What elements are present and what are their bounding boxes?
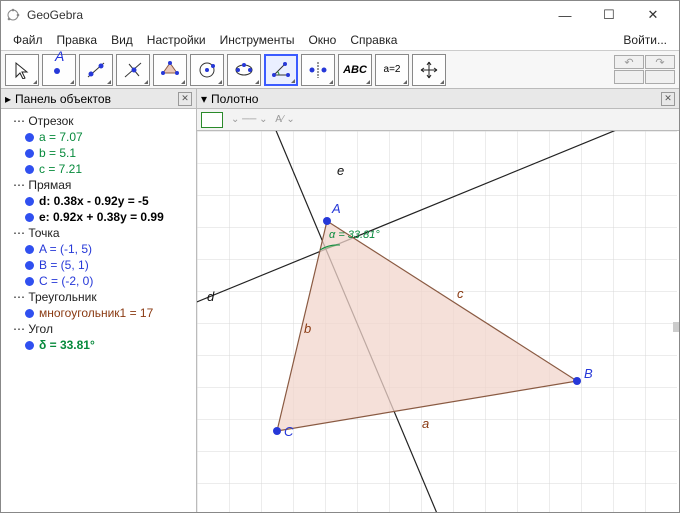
label-B[interactable]: B xyxy=(584,366,593,381)
toolbar-sep: ⌄ ── ⌄ A∕ ⌄ xyxy=(231,114,295,125)
close-panel-icon[interactable]: ✕ xyxy=(178,92,192,106)
group-angle[interactable]: ⋯ Угол xyxy=(13,321,192,337)
label-d[interactable]: d xyxy=(207,289,214,304)
item-A[interactable]: A = (-1, 5) xyxy=(25,241,192,257)
menu-settings[interactable]: Настройки xyxy=(141,31,212,49)
item-d[interactable]: d: 0.38x - 0.92y = -5 xyxy=(25,193,192,209)
item-e[interactable]: e: 0.92x + 0.38y = 0.99 xyxy=(25,209,192,225)
menu-tools[interactable]: Инструменты xyxy=(214,31,301,49)
canvas-header[interactable]: ▾ Полотно ✕ xyxy=(197,89,679,109)
item-delta[interactable]: δ = 33.81° xyxy=(25,337,192,353)
canvas[interactable]: A B C a b c d e α = 33.81° xyxy=(197,131,679,512)
tool-perpendicular[interactable] xyxy=(116,54,150,86)
label-e[interactable]: e xyxy=(337,163,344,178)
label-a[interactable]: a xyxy=(422,416,429,431)
redo2-button[interactable] xyxy=(645,70,675,84)
item-C[interactable]: C = (-2, 0) xyxy=(25,273,192,289)
group-triangle[interactable]: ⋯ Треугольник xyxy=(13,289,192,305)
group-point[interactable]: ⋯ Точка xyxy=(13,225,192,241)
label-angle[interactable]: α = 33.81° xyxy=(329,229,380,241)
minimize-button[interactable]: — xyxy=(543,2,587,28)
label-C[interactable]: C xyxy=(284,424,293,439)
item-c[interactable]: c = 7.21 xyxy=(25,161,192,177)
tool-move-canvas[interactable] xyxy=(412,54,446,86)
scroll-indicator[interactable] xyxy=(673,322,679,332)
app-icon xyxy=(5,7,21,23)
tool-point[interactable]: A xyxy=(42,54,76,86)
toolbar: A ABC a=2 ↶↷ xyxy=(1,51,679,89)
sidebar-title: Панель объектов xyxy=(15,92,111,106)
menu-file[interactable]: Файл xyxy=(7,31,49,49)
tool-slider[interactable]: a=2 xyxy=(375,54,409,86)
tool-polygon[interactable] xyxy=(153,54,187,86)
canvas-title: Полотно xyxy=(211,92,258,106)
titlebar: GeoGebra — ☐ ✕ xyxy=(1,1,679,29)
label-c[interactable]: c xyxy=(457,286,464,301)
login-link[interactable]: Войти... xyxy=(617,31,673,49)
item-b[interactable]: b = 5.1 xyxy=(25,145,192,161)
grid-toggle[interactable] xyxy=(201,112,223,128)
label-A[interactable]: A xyxy=(332,201,341,216)
menu-view[interactable]: Вид xyxy=(105,31,139,49)
tool-circle[interactable] xyxy=(190,54,224,86)
menubar: Файл Правка Вид Настройки Инструменты Ок… xyxy=(1,29,679,51)
menu-edit[interactable]: Правка xyxy=(51,31,104,49)
app-title: GeoGebra xyxy=(27,8,543,22)
menu-window[interactable]: Окно xyxy=(302,31,342,49)
undo2-button[interactable] xyxy=(614,70,644,84)
undo-button[interactable]: ↶ xyxy=(614,55,644,69)
canvas-toolbar: ⌄ ── ⌄ A∕ ⌄ xyxy=(197,109,679,131)
drawing[interactable] xyxy=(197,131,677,512)
tool-conic[interactable] xyxy=(227,54,261,86)
item-poly1[interactable]: многоугольник1 = 17 xyxy=(25,305,192,321)
close-button[interactable]: ✕ xyxy=(631,2,675,28)
tool-line[interactable] xyxy=(79,54,113,86)
object-tree[interactable]: ⋯ Отрезок a = 7.07 b = 5.1 c = 7.21 ⋯ Пр… xyxy=(1,109,196,512)
menu-help[interactable]: Справка xyxy=(344,31,403,49)
close-canvas-icon[interactable]: ✕ xyxy=(661,92,675,106)
undo-redo-panel: ↶↷ xyxy=(614,55,675,84)
sidebar-header[interactable]: ▸ Панель объектов ✕ xyxy=(1,89,196,109)
collapse-icon[interactable]: ▾ xyxy=(201,92,207,106)
redo-button[interactable]: ↷ xyxy=(645,55,675,69)
tool-move[interactable] xyxy=(5,54,39,86)
group-segment[interactable]: ⋯ Отрезок xyxy=(13,113,192,129)
item-a[interactable]: a = 7.07 xyxy=(25,129,192,145)
label-b[interactable]: b xyxy=(304,321,311,336)
maximize-button[interactable]: ☐ xyxy=(587,2,631,28)
sidebar: ▸ Панель объектов ✕ ⋯ Отрезок a = 7.07 b… xyxy=(1,89,197,512)
tool-text[interactable]: ABC xyxy=(338,54,372,86)
tool-angle[interactable] xyxy=(264,54,298,86)
item-B[interactable]: B = (5, 1) xyxy=(25,257,192,273)
group-line[interactable]: ⋯ Прямая xyxy=(13,177,192,193)
collapse-icon[interactable]: ▸ xyxy=(5,92,11,106)
tool-reflect[interactable] xyxy=(301,54,335,86)
